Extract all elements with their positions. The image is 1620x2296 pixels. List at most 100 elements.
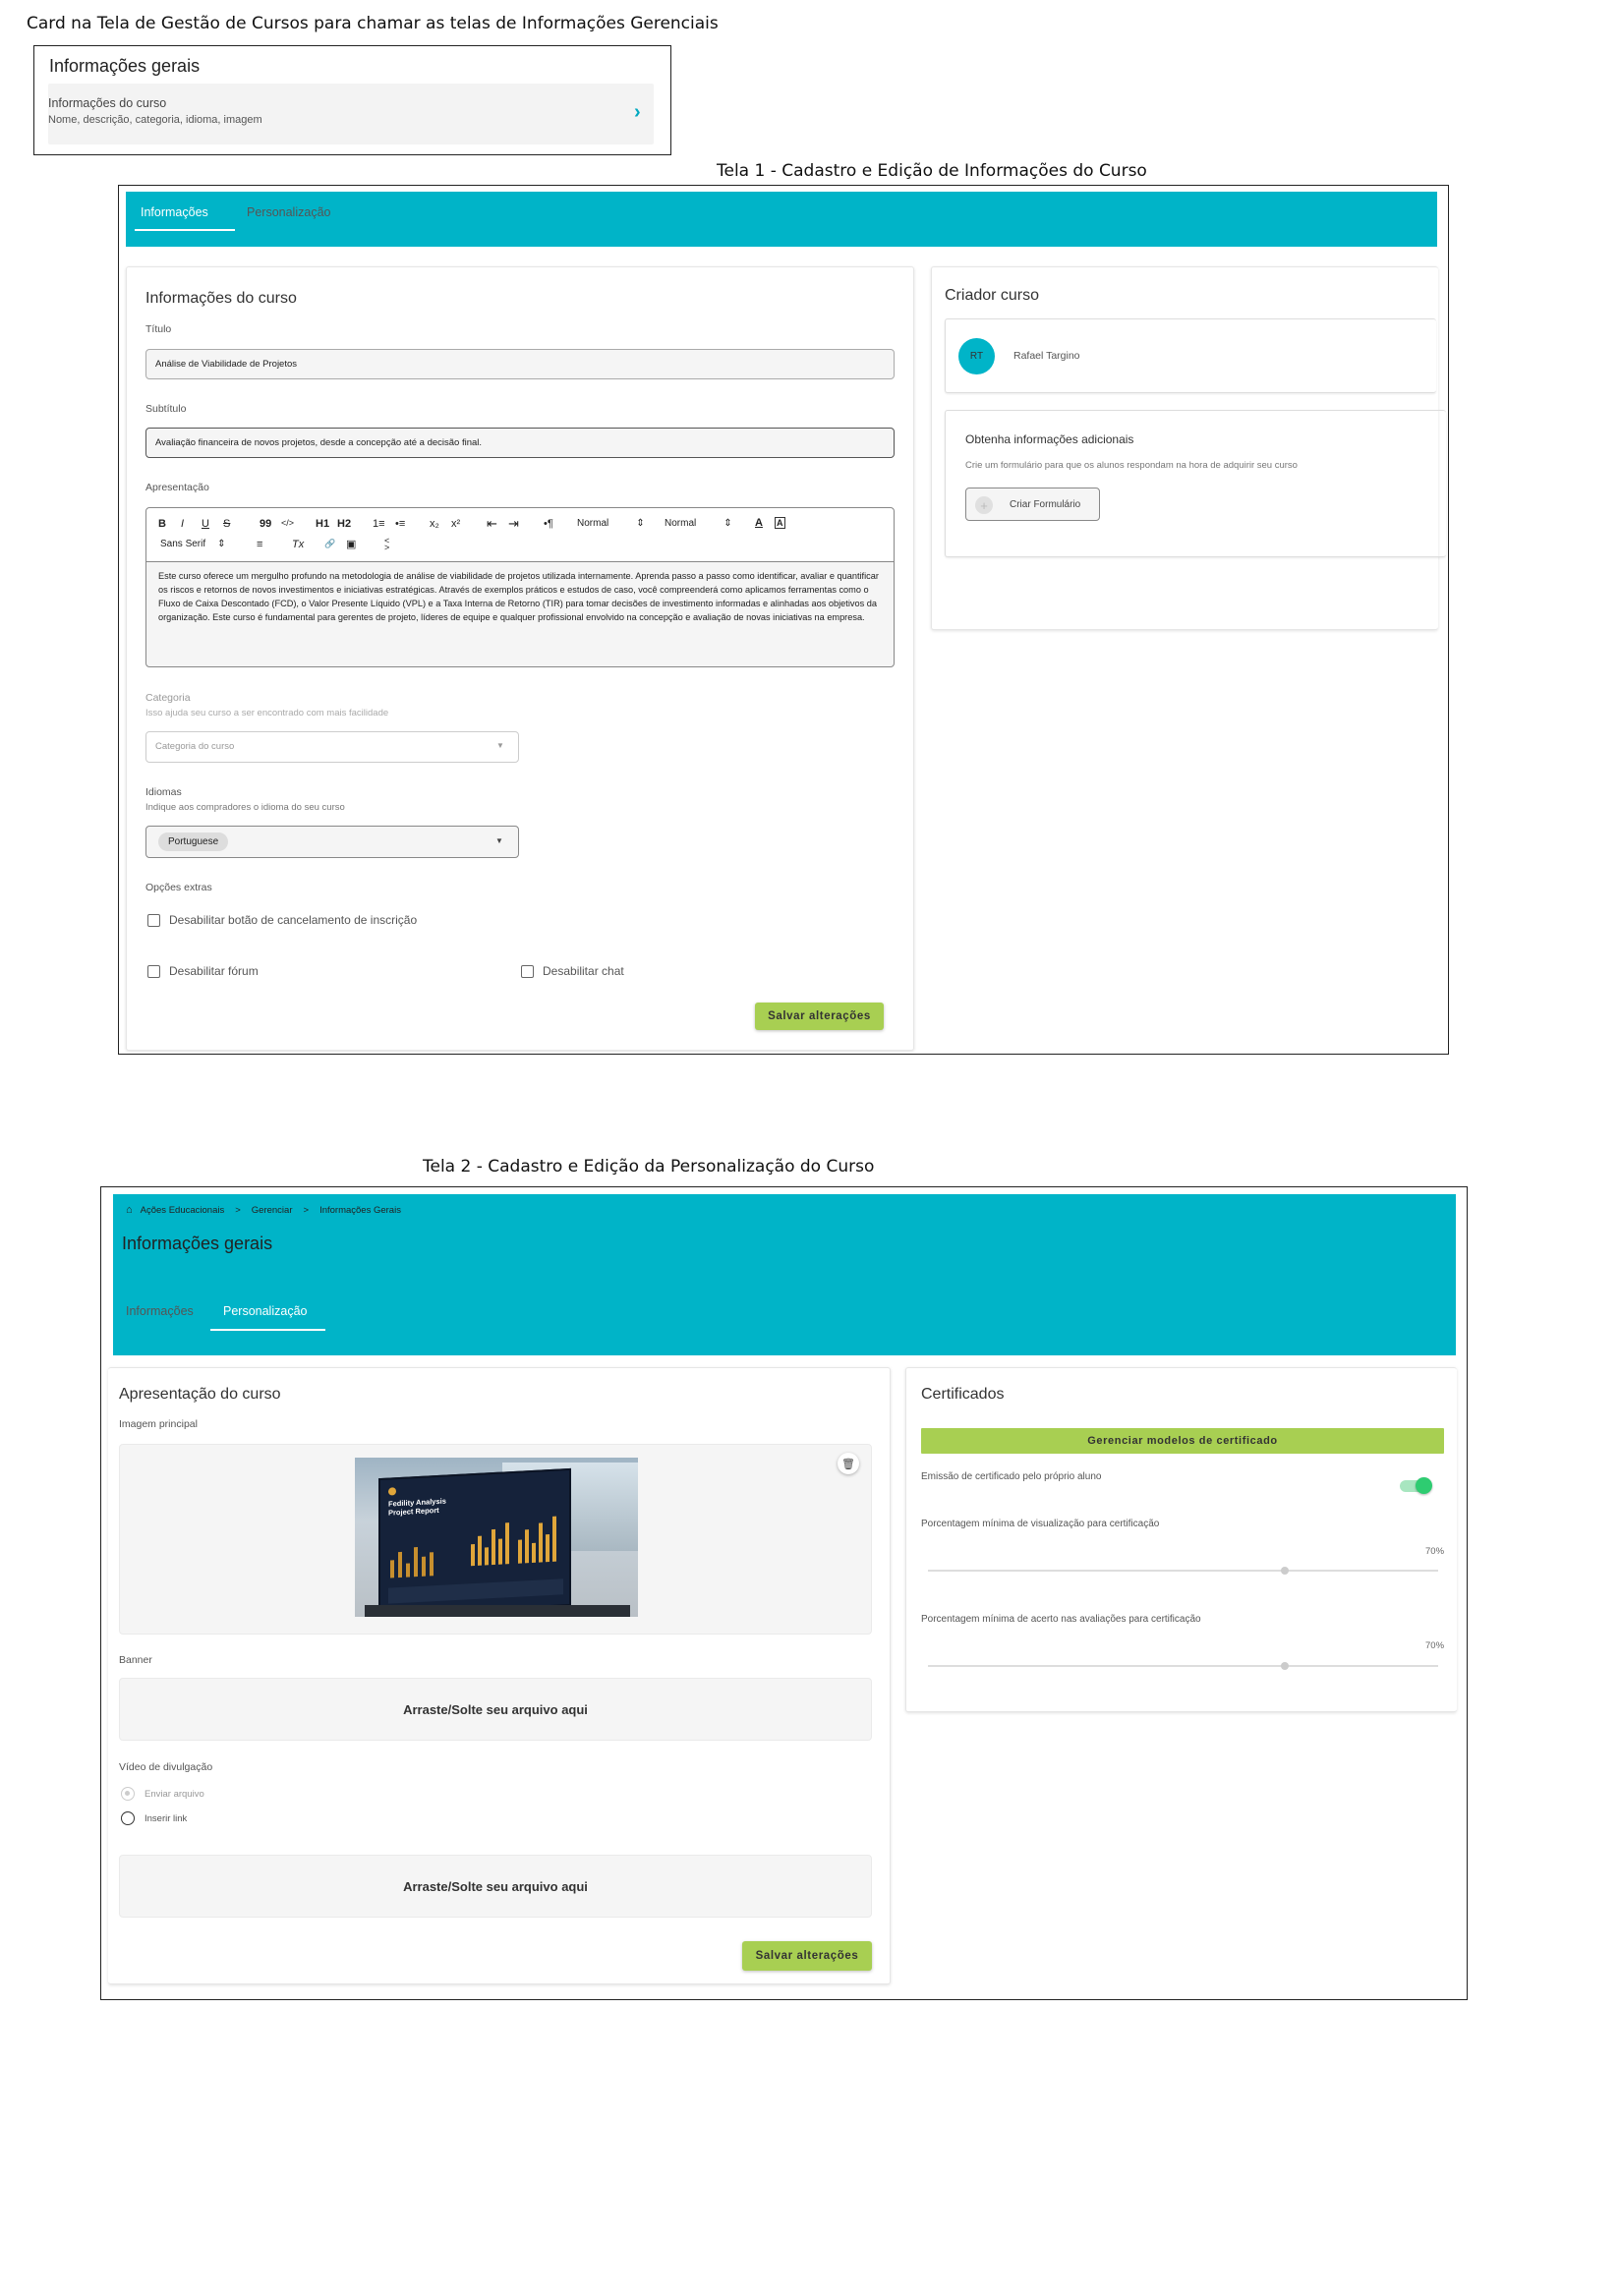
h2-button[interactable]: H2 (337, 518, 351, 530)
video-label: Vídeo de divulgação (119, 1761, 213, 1773)
tab-informacoes[interactable]: Informações (141, 205, 208, 219)
page-title: Informações gerais (122, 1234, 273, 1253)
add-icon: + (975, 496, 993, 514)
tab-personalizacao[interactable]: Personalização (223, 1304, 307, 1318)
direction-button[interactable]: •¶ (544, 518, 553, 530)
view-pct-value: 70% (1425, 1546, 1445, 1557)
subscript-button[interactable]: x₂ (430, 518, 439, 530)
h1-button[interactable]: H1 (316, 518, 329, 530)
size-select-1[interactable]: Normal ⇕ (577, 518, 645, 529)
card-title: Informações gerais (49, 56, 201, 76)
quote-button[interactable]: 99 (260, 518, 271, 530)
extra-info-desc: Crie um formulário para que os alunos re… (965, 460, 1298, 471)
breadcrumb-item[interactable]: Ações Educacionais (141, 1205, 225, 1216)
link-button[interactable]: 🔗 (324, 539, 335, 549)
radio-link[interactable]: Inserir link (121, 1811, 187, 1825)
laptop-screen: Fedility Analysis Project Report (378, 1467, 571, 1617)
font-select[interactable]: Sans Serif ⇕ (160, 539, 226, 549)
extra-info-title: Obtenha informações adicionais (965, 432, 1134, 446)
category-help: Isso ajuda seu curso a ser encontrado co… (145, 708, 389, 718)
subtitle-label: Subtítulo (145, 403, 187, 415)
strike-button[interactable]: S (223, 518, 230, 530)
home-icon[interactable]: ⌂ (126, 1204, 133, 1216)
code-button[interactable]: </> (281, 518, 294, 528)
radio-icon (121, 1787, 135, 1801)
editor-content[interactable]: Este curso oferece um mergulho profundo … (158, 569, 884, 624)
languages-select[interactable]: Portuguese ▼ (145, 826, 519, 858)
slider-thumb[interactable] (1281, 1662, 1290, 1670)
course-image: Fedility Analysis Project Report (355, 1458, 638, 1617)
editor-toolbar: B I U S 99 </> H1 H2 1≡ •≡ x₂ x² ⇤ ⇥ •¶ … (146, 508, 894, 562)
create-form-label: Criar Formulário (1010, 499, 1081, 510)
rich-text-editor: B I U S 99 </> H1 H2 1≡ •≡ x₂ x² ⇤ ⇥ •¶ … (145, 507, 895, 667)
image-button[interactable]: ▣ (346, 538, 356, 550)
radio-dot-icon (125, 1791, 130, 1796)
save-button[interactable]: Salvar alterações (742, 1941, 872, 1971)
opt-chat-label: Desabilitar chat (543, 964, 624, 978)
clean-format-button[interactable]: Tx (292, 539, 304, 550)
align-button[interactable]: ≡ (257, 539, 262, 550)
breadcrumb-item: Informações Gerais (319, 1204, 401, 1216)
extras-label: Opções extras (145, 882, 212, 893)
trash-icon[interactable]: 🗑 (838, 1453, 859, 1474)
card-item-course-info[interactable]: Informações do curso Nome, descrição, ca… (48, 84, 654, 144)
dropdown-arrow-icon: ▼ (496, 741, 504, 750)
checkbox-icon (147, 964, 160, 978)
subtitle-input[interactable]: Avaliação financeira de novos projetos, … (145, 428, 895, 458)
indent-button[interactable]: ⇥ (508, 516, 519, 532)
creator-name: Rafael Targino (1013, 350, 1080, 362)
video-dropzone[interactable]: Arraste/Solte seu arquivo aqui (119, 1855, 872, 1918)
view-pct-slider[interactable] (928, 1567, 1438, 1575)
title-input[interactable]: Análise de Viabilidade de Projetos (145, 349, 895, 379)
opt-cancel-checkbox[interactable]: Desabilitar botão de cancelamento de ins… (147, 913, 417, 927)
presentation-title: Apresentação do curso (119, 1386, 281, 1403)
score-pct-label: Porcentagem mínima de acerto nas avaliaç… (921, 1614, 1201, 1625)
text-color-button[interactable]: A (755, 517, 763, 529)
bullet-list-button[interactable]: •≡ (395, 518, 405, 530)
updown-icon: ⇕ (723, 518, 732, 529)
toggle-knob-icon (1416, 1477, 1432, 1494)
size-select-2[interactable]: Normal ⇕ (665, 518, 732, 529)
opt-cancel-label: Desabilitar botão de cancelamento de ins… (169, 913, 418, 927)
bg-color-button[interactable]: A (775, 517, 785, 529)
opt-chat-checkbox[interactable]: Desabilitar chat (521, 964, 624, 978)
size-select-1-value: Normal (577, 518, 609, 529)
underline-button[interactable]: U (202, 518, 209, 530)
course-info-panel: Informações do curso Título Análise de V… (126, 266, 914, 1051)
caption-card: Card na Tela de Gestão de Cursos para ch… (27, 14, 719, 33)
outdent-button[interactable]: ⇤ (487, 516, 497, 532)
breadcrumb-item[interactable]: Gerenciar (252, 1205, 293, 1216)
extra-info-card: Obtenha informações adicionais Crie um f… (945, 410, 1446, 557)
score-pct-slider[interactable] (928, 1662, 1438, 1670)
language-chip[interactable]: Portuguese (158, 832, 229, 851)
screen-mini-chart-icon (390, 1547, 434, 1578)
category-select[interactable]: Categoria do curso ▼ (145, 731, 519, 763)
screen-heading: Fedility Analysis Project Report (388, 1496, 446, 1518)
radio-link-label: Inserir link (145, 1812, 188, 1824)
radio-upload[interactable]: Enviar arquivo (121, 1787, 204, 1801)
checkbox-icon (521, 964, 534, 978)
manage-certificates-button[interactable]: Gerenciar modelos de certificado (921, 1428, 1444, 1454)
creator-card: RT Rafael Targino (945, 318, 1436, 393)
bold-button[interactable]: B (158, 518, 166, 530)
main-image-dropzone[interactable]: Fedility Analysis Project Report 🗑 (119, 1444, 872, 1635)
tab-personalizacao[interactable]: Personalização (247, 205, 330, 219)
presentation-label: Apresentação (145, 482, 209, 493)
create-form-button[interactable]: + Criar Formulário (965, 488, 1100, 521)
video-button[interactable]: <> (384, 537, 390, 552)
opt-forum-checkbox[interactable]: Desabilitar fórum (147, 964, 259, 978)
category-label: Categoria (145, 692, 191, 704)
ordered-list-button[interactable]: 1≡ (373, 518, 385, 530)
superscript-button[interactable]: x² (451, 518, 460, 530)
banner-dropzone[interactable]: Arraste/Solte seu arquivo aqui (119, 1678, 872, 1741)
tab-underline (135, 229, 235, 231)
save-button[interactable]: Salvar alterações (755, 1003, 884, 1030)
self-issue-toggle[interactable] (1400, 1477, 1432, 1494)
italic-button[interactable]: I (181, 518, 184, 530)
radio-upload-label: Enviar arquivo (145, 1788, 204, 1800)
font-select-value: Sans Serif (160, 539, 206, 549)
tab-informacoes[interactable]: Informações (126, 1304, 194, 1318)
score-pct-value: 70% (1425, 1640, 1445, 1651)
slider-thumb[interactable] (1281, 1567, 1290, 1575)
breadcrumb-sep: > (303, 1204, 310, 1216)
